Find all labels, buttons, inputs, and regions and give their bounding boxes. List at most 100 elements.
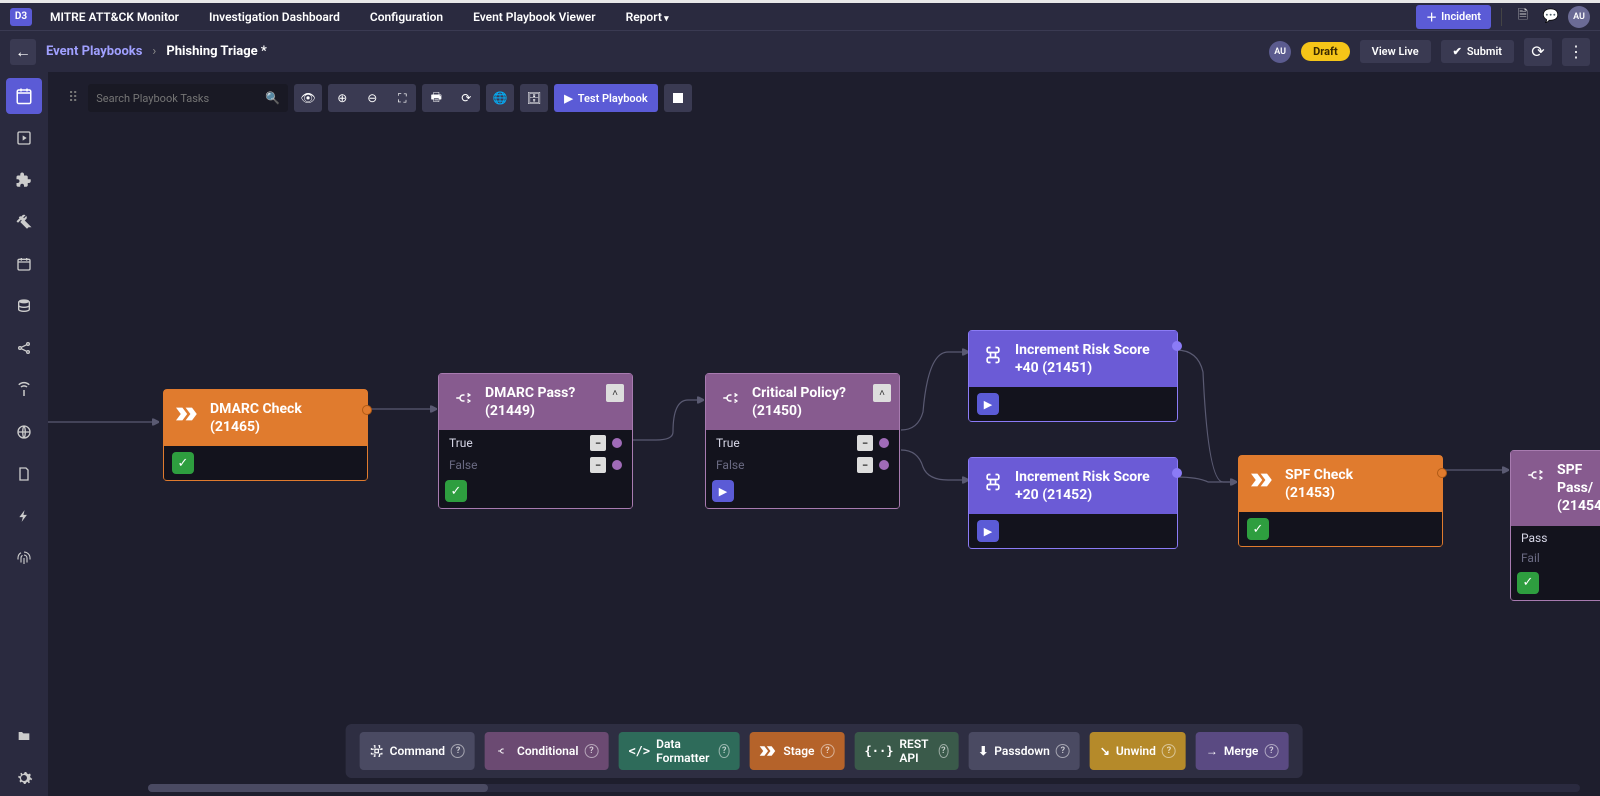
help-icon[interactable]: ? [584,744,598,758]
help-icon[interactable]: ? [821,744,835,758]
conditional-icon [718,386,742,410]
sidebar-puzzle-icon[interactable] [6,162,42,198]
view-live-button[interactable]: View Live [1360,40,1431,63]
remove-icon[interactable]: − [590,435,606,451]
toolbar-grip-icon[interactable]: ⠿ [64,90,82,106]
nav-configuration[interactable]: Configuration [358,10,455,24]
sidebar-fingerprint-icon[interactable] [6,540,42,576]
sidebar-folder-icon[interactable] [6,718,42,754]
sidebar-calendar-icon[interactable] [6,246,42,282]
node-increment-40[interactable]: Increment Risk Score +40 (21451) ▶ [968,330,1178,422]
sidebar-bolt-icon[interactable] [6,498,42,534]
horizontal-scrollbar[interactable] [148,784,1580,792]
user-avatar[interactable]: AU [1568,6,1590,28]
chat-icon[interactable]: 💬 [1540,6,1562,28]
remove-icon[interactable]: − [590,457,606,473]
search-input[interactable] [96,92,265,105]
author-avatar[interactable]: AU [1269,41,1291,63]
eye-icon[interactable]: 👁 [294,84,322,112]
sidebar-database-icon[interactable] [6,288,42,324]
output-port[interactable] [1437,468,1447,478]
collapse-icon[interactable]: ˄ [606,384,624,402]
playbook-canvas[interactable]: ⠿ 🔍 👁 ⊕ ⊖ ⛶ 🖶 ⟳ 🌐 🗄 ▶ Test Playbook [48,72,1600,796]
node-dmarc-check[interactable]: DMARC Check(21465) ✓ [163,389,368,481]
palette-command[interactable]: Command? [360,732,475,770]
app-logo[interactable]: D3 [10,8,32,26]
help-icon[interactable]: ? [451,744,465,758]
palette-data-formatter[interactable]: </>Data Formatter? [618,732,739,770]
help-icon[interactable]: ? [719,744,729,758]
node-increment-20[interactable]: Increment Risk Score +20 (21452) ▶ [968,457,1178,549]
status-ok-icon: ✓ [445,480,467,502]
palette-passdown[interactable]: ⬇Passdown? [968,732,1080,770]
sidebar-play-icon[interactable] [6,120,42,156]
sidebar-tools-icon[interactable] [6,204,42,240]
fit-icon[interactable]: ⛶ [388,84,416,112]
palette-conditional[interactable]: Conditional? [485,732,608,770]
node-dmarc-pass[interactable]: DMARC Pass?(21449) ˄ True− False− ✓ [438,373,633,509]
search-icon[interactable]: 🔍 [265,91,280,105]
help-icon[interactable]: ? [1162,744,1176,758]
node-critical-policy[interactable]: Critical Policy?(21450) ˄ True− False− ▶ [705,373,900,509]
zoom-in-icon[interactable]: ⊕ [328,84,356,112]
palette-merge[interactable]: →Merge? [1196,732,1288,770]
remove-icon[interactable]: − [857,457,873,473]
back-button[interactable]: ← [10,39,36,65]
output-port-true[interactable] [612,438,622,448]
refresh-icon[interactable]: ⟳ [452,84,480,112]
submit-button[interactable]: ✔ Submit [1441,40,1514,63]
zoom-out-icon[interactable]: ⊖ [358,84,386,112]
palette-rest-api[interactable]: {··}REST API? [855,732,959,770]
sidebar-broadcast-icon[interactable] [6,372,42,408]
node-title: SPF Pass/ [1557,462,1593,496]
more-menu-icon[interactable]: ⋮ [1562,38,1590,66]
test-playbook-button[interactable]: ▶ Test Playbook [554,84,657,112]
palette-unwind[interactable]: ↘Unwind? [1090,732,1186,770]
output-port-true[interactable] [879,438,889,448]
option-pass: Pass [1521,531,1547,545]
sidebar-report-icon[interactable] [6,456,42,492]
stop-button[interactable] [664,84,692,112]
output-port[interactable] [362,405,372,415]
run-icon[interactable]: ▶ [977,393,999,415]
search-box[interactable]: 🔍 [88,84,288,112]
print-icon[interactable]: 🖶 [422,84,450,112]
output-port[interactable] [1172,341,1182,351]
help-icon[interactable]: ? [1264,744,1278,758]
node-title: DMARC Pass? [485,385,575,401]
sidebar-playbook-icon[interactable] [6,78,42,114]
node-spf-pass[interactable]: SPF Pass/(21454) Pass Fail ✓ [1510,450,1600,601]
run-icon[interactable]: ▶ [977,520,999,542]
run-icon[interactable]: ▶ [712,480,734,502]
label: Merge [1224,744,1258,758]
globe-icon[interactable]: 🌐 [486,84,514,112]
nav-mitre[interactable]: MITRE ATT&CK Monitor [38,10,191,24]
canvas-toolbar: ⠿ 🔍 👁 ⊕ ⊖ ⛶ 🖶 ⟳ 🌐 🗄 ▶ Test Playbook [64,84,692,112]
nav-investigation[interactable]: Investigation Dashboard [197,10,352,24]
help-icon[interactable]: ? [938,744,948,758]
scrollbar-thumb[interactable] [148,784,488,792]
collapse-icon[interactable]: ˄ [873,384,891,402]
output-port-false[interactable] [879,460,889,470]
option-false: False [449,458,477,472]
output-port-false[interactable] [612,460,622,470]
remove-icon[interactable]: − [857,435,873,451]
top-navbar: D3 MITRE ATT&CK Monitor Investigation Da… [0,0,1600,30]
submit-label: Submit [1467,45,1502,58]
status-ok-icon: ✓ [1517,572,1539,594]
breadcrumb-root[interactable]: Event Playbooks [46,44,142,59]
sidebar-globe-icon[interactable] [6,414,42,450]
db-icon[interactable]: 🗄 [520,84,548,112]
label: Stage [783,744,814,758]
nav-report[interactable]: Report [614,10,681,24]
history-icon[interactable]: ⟳ [1524,38,1552,66]
sidebar-share-icon[interactable] [6,330,42,366]
nav-playbook-viewer[interactable]: Event Playbook Viewer [461,10,608,24]
new-incident-button[interactable]: ＋ Incident [1416,5,1491,29]
sidebar-settings-icon[interactable] [6,760,42,796]
palette-stage[interactable]: Stage? [749,732,844,770]
help-icon[interactable]: ? [1056,744,1070,758]
output-port[interactable] [1172,468,1182,478]
document-icon[interactable]: 🗎 [1512,6,1534,28]
node-spf-check[interactable]: SPF Check(21453) ✓ [1238,455,1443,547]
